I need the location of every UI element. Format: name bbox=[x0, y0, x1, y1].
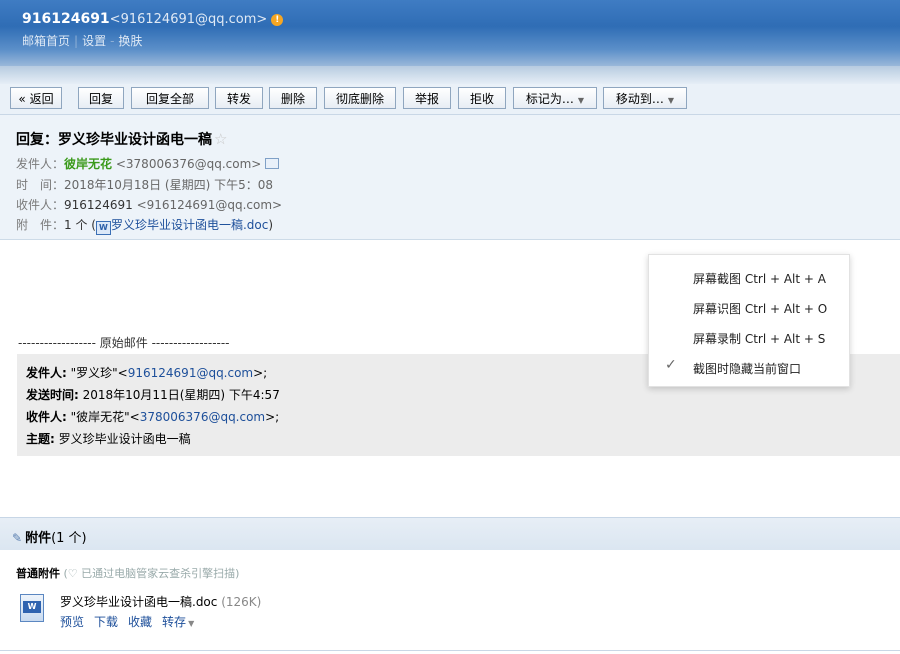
reject-button[interactable]: 拒收 bbox=[458, 87, 506, 109]
link-settings[interactable]: 设置 bbox=[82, 34, 106, 48]
download-link[interactable]: 下载 bbox=[94, 615, 118, 629]
chevron-down-icon[interactable]: ▼ bbox=[188, 619, 194, 628]
forward-button[interactable]: 转发 bbox=[215, 87, 263, 109]
chevron-down-icon: ▼ bbox=[577, 96, 585, 105]
account-qq: 916124691 bbox=[22, 11, 110, 27]
top-links: 邮箱首页 | 设置 - 换肤 bbox=[22, 34, 143, 48]
mail-header: 916124691<916124691@qq.com>! 邮箱首页 | 设置 - 换肤 bbox=[0, 0, 900, 66]
orig-to-name: "彼岸无花"< bbox=[66, 410, 140, 424]
move-to-label: 移动到… bbox=[615, 92, 664, 106]
link-mail-home[interactable]: 邮箱首页 bbox=[22, 34, 70, 48]
delete-button[interactable]: 删除 bbox=[269, 87, 317, 109]
attachments-header: ✎ 附件(1 个) bbox=[0, 517, 900, 550]
paperclip-icon: ✎ bbox=[12, 531, 23, 545]
orig-to-row: 收件人: "彼岸无花"<378006376@qq.com>; bbox=[26, 408, 279, 425]
attachment-file-name[interactable]: 罗义珍毕业设计函电一稿.doc bbox=[60, 595, 217, 609]
attachments-title-text: 附件 bbox=[25, 531, 52, 546]
to-label: 收件人： bbox=[16, 198, 65, 212]
from-label: 发件人： bbox=[16, 157, 65, 171]
orig-from-name: "罗义珍"< bbox=[66, 366, 128, 380]
attachment-link[interactable]: 罗义珍毕业设计函电一稿.doc bbox=[111, 218, 268, 232]
header-decoration bbox=[0, 66, 900, 84]
attachment-count: 1 个 ( bbox=[64, 218, 96, 232]
sender-name[interactable]: 彼岸无花 bbox=[64, 157, 112, 171]
menu-item-hide-window[interactable]: 截图时隐藏当前窗口 bbox=[693, 360, 801, 377]
attachment-file-size: (126K) bbox=[221, 595, 262, 609]
attachment-label: 附 件： bbox=[16, 218, 65, 232]
warning-icon[interactable]: ! bbox=[271, 14, 284, 26]
orig-from-end: >; bbox=[253, 366, 268, 380]
account-email: <916124691@qq.com> bbox=[109, 12, 268, 27]
recipient-name: 916124691 bbox=[64, 198, 133, 212]
orig-subject-label: 主题: bbox=[26, 432, 55, 446]
word-file-icon[interactable]: W bbox=[20, 594, 44, 622]
attachment-kind: 普通附件 (♡ 已通过电脑管家云查杀引擎扫描) bbox=[16, 565, 239, 581]
time-row: 时 间：2018年10月18日 (星期四) 下午5：08 bbox=[16, 176, 273, 193]
message-meta: 回复：罗义珍毕业设计函电一稿 ☆ 发件人：彼岸无花 <378006376@qq.c… bbox=[0, 115, 900, 240]
chevron-down-icon: ▼ bbox=[667, 96, 675, 105]
orig-sent-value: 2018年10月11日(星期四) 下午4:57 bbox=[78, 388, 280, 402]
attachment-kind-label: 普通附件 bbox=[16, 567, 60, 580]
contact-card-icon[interactable] bbox=[265, 158, 280, 169]
favorite-link[interactable]: 收藏 bbox=[128, 615, 152, 629]
back-button[interactable]: « 返回 bbox=[10, 87, 62, 109]
menu-item-image-recognition[interactable]: 屏幕识图 Ctrl + Alt + O bbox=[693, 300, 827, 317]
orig-to-label: 收件人: bbox=[26, 410, 67, 424]
time-value: 2018年10月18日 (星期四) 下午5：08 bbox=[64, 178, 273, 192]
scan-note: (♡ 已通过电脑管家云查杀引擎扫描) bbox=[63, 567, 240, 580]
orig-to-end: >; bbox=[265, 410, 280, 424]
recipient-email: <916124691@qq.com> bbox=[136, 198, 283, 212]
screenshot-context-menu: 屏幕截图 Ctrl + Alt + A 屏幕识图 Ctrl + Alt + O … bbox=[648, 254, 850, 387]
attachment-file: 罗义珍毕业设计函电一稿.doc (126K) bbox=[60, 593, 261, 610]
to-row: 收件人：916124691 <916124691@qq.com> bbox=[16, 196, 282, 213]
original-mail-divider: ------------------ 原始邮件 ----------------… bbox=[18, 336, 230, 350]
attachment-close-paren: ) bbox=[268, 218, 274, 232]
orig-from-row: 发件人: "罗义珍"<916124691@qq.com>; bbox=[26, 364, 267, 381]
reply-all-button[interactable]: 回复全部 bbox=[131, 87, 209, 109]
checkmark-icon: ✓ bbox=[665, 357, 677, 373]
save-to-link[interactable]: 转存 bbox=[162, 615, 186, 629]
mail-toolbar: « 返回 回复 回复全部 转发 删除 彻底删除 举报 拒收 标记为… ▼ 移动到…… bbox=[0, 84, 900, 115]
orig-from-email-link[interactable]: 916124691@qq.com bbox=[128, 366, 253, 380]
attachments-body: 普通附件 (♡ 已通过电脑管家云查杀引擎扫描) W 罗义珍毕业设计函电一稿.do… bbox=[0, 550, 900, 651]
orig-subject-value: 罗义珍毕业设计函电一稿 bbox=[54, 432, 191, 446]
menu-item-screenshot[interactable]: 屏幕截图 Ctrl + Alt + A bbox=[693, 270, 826, 287]
message-subject: 回复：罗义珍毕业设计函电一稿 ☆ bbox=[16, 129, 227, 149]
mark-as-dropdown[interactable]: 标记为… ▼ bbox=[513, 87, 597, 109]
from-row: 发件人：彼岸无花 <378006376@qq.com> bbox=[16, 155, 280, 172]
orig-to-email-link[interactable]: 378006376@qq.com bbox=[140, 410, 265, 424]
mark-as-label: 标记为… bbox=[525, 92, 574, 106]
attachment-row: 附 件：1 个 (W 罗义珍毕业设计函电一稿.doc) bbox=[16, 216, 273, 235]
account-info: 916124691<916124691@qq.com>! bbox=[22, 11, 284, 27]
reply-button[interactable]: 回复 bbox=[78, 87, 124, 109]
attachments-title: ✎ 附件(1 个) bbox=[12, 527, 87, 546]
word-doc-icon: W bbox=[95, 221, 111, 235]
orig-sent-label: 发送时间: bbox=[26, 388, 79, 402]
attachment-actions: 预览 下载 收藏 转存 ▼ bbox=[60, 613, 204, 630]
report-button[interactable]: 举报 bbox=[403, 87, 451, 109]
delete-forever-button[interactable]: 彻底删除 bbox=[324, 87, 396, 109]
move-to-dropdown[interactable]: 移动到… ▼ bbox=[603, 87, 687, 109]
preview-link[interactable]: 预览 bbox=[60, 615, 84, 629]
subject-text: 回复：罗义珍毕业设计函电一稿 bbox=[16, 132, 212, 148]
orig-subject-row: 主题: 罗义珍毕业设计函电一稿 bbox=[26, 430, 191, 447]
orig-from-label: 发件人: bbox=[26, 366, 67, 380]
orig-sent-row: 发送时间: 2018年10月11日(星期四) 下午4:57 bbox=[26, 386, 280, 403]
time-label: 时 间： bbox=[16, 178, 65, 192]
sender-email: <378006376@qq.com> bbox=[115, 157, 262, 171]
link-skin[interactable]: 换肤 bbox=[118, 34, 142, 48]
menu-item-screen-record[interactable]: 屏幕录制 Ctrl + Alt + S bbox=[693, 330, 825, 347]
star-icon[interactable]: ☆ bbox=[214, 130, 227, 148]
attachments-count: (1 个) bbox=[51, 531, 87, 546]
